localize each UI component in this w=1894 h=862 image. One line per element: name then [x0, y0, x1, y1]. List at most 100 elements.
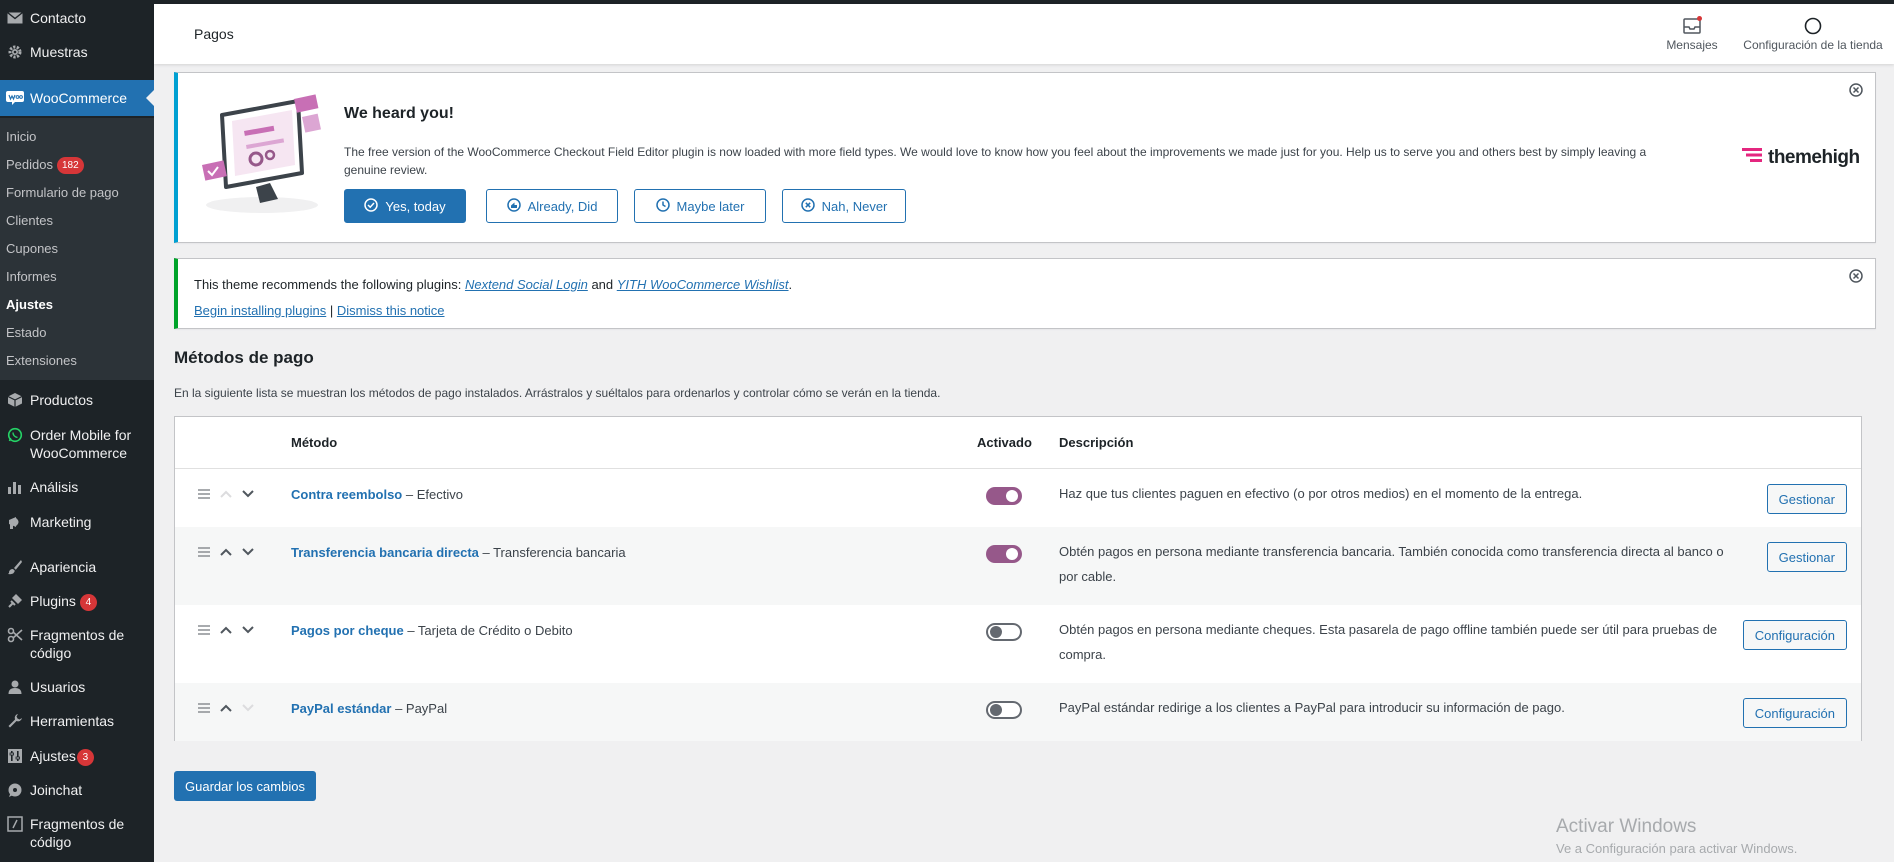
maybe-later-button[interactable]: Maybe later	[634, 189, 766, 223]
payment-method-link[interactable]: Pagos por cheque	[291, 623, 404, 638]
submenu-item-informes[interactable]: Informes	[6, 268, 57, 286]
submenu-item-pedidos[interactable]: Pedidos 182	[6, 156, 84, 174]
plugins-notice-actions: Begin installing plugins | Dismiss this …	[194, 303, 445, 318]
drag-handle-icon[interactable]	[197, 703, 211, 713]
table-row: Pagos por cheque – Tarjeta de Crédito o …	[175, 605, 1861, 683]
payment-method-name: Contra reembolso – Efectivo	[291, 487, 463, 502]
plugins-notice-prefix: This theme recommends the following plug…	[194, 277, 465, 292]
save-changes-button[interactable]: Guardar los cambios	[174, 771, 316, 801]
plugins-count-badge: 4	[79, 594, 97, 611]
orders-count-badge: 182	[56, 157, 84, 174]
sidebar-item-apariencia[interactable]: Apariencia	[0, 557, 154, 577]
drag-handle-icon[interactable]	[197, 625, 211, 635]
already-did-label: Already, Did	[527, 198, 598, 214]
section-description: En la siguiente lista se muestran los mé…	[174, 386, 941, 400]
move-up-icon[interactable]	[219, 547, 233, 557]
enable-toggle[interactable]	[986, 701, 1022, 719]
sidebar-item-herramientas[interactable]: Herramientas	[0, 711, 154, 731]
submenu-item-extensiones[interactable]: Extensiones	[6, 352, 77, 370]
inbox-icon	[1652, 14, 1732, 38]
plug-icon	[0, 591, 30, 611]
payment-method-link[interactable]: Transferencia bancaria directa	[291, 545, 479, 560]
enable-toggle[interactable]	[986, 623, 1022, 641]
submenu-item-formulario-de-pago[interactable]: Formulario de pago	[6, 184, 119, 202]
sidebar-item-joinchat[interactable]: Joinchat	[0, 780, 154, 800]
manage-button[interactable]: Gestionar	[1766, 542, 1847, 572]
sidebar-item-label: Usuarios	[30, 679, 86, 695]
paint-brush-icon	[0, 557, 30, 577]
move-up-icon[interactable]	[219, 625, 233, 635]
payment-method-link[interactable]: PayPal estándar	[291, 701, 391, 716]
sidebar-item-woocommerce[interactable]: WooCommerce	[0, 80, 154, 116]
close-icon[interactable]	[1849, 83, 1863, 97]
sidebar-item-label: Fragmentos de código	[30, 627, 125, 661]
move-down-icon[interactable]	[241, 547, 255, 557]
move-down-icon[interactable]	[241, 625, 255, 635]
manage-button[interactable]: Gestionar	[1766, 484, 1847, 514]
sidebar-item-productos[interactable]: Productos	[0, 390, 154, 410]
messages-button[interactable]: Mensajes	[1652, 14, 1732, 52]
sidebar-item-marketing[interactable]: Marketing	[0, 512, 154, 532]
submenu-item-estado[interactable]: Estado	[6, 324, 46, 342]
code-icon	[0, 814, 30, 834]
move-up-icon[interactable]	[219, 703, 233, 713]
chat-icon	[0, 780, 30, 800]
sidebar-item-label: Plugins	[30, 593, 76, 609]
sidebar-item-label: Ajustes	[30, 748, 76, 764]
sidebar-item-label: Joinchat	[30, 782, 83, 798]
payment-method-link[interactable]: Contra reembolso	[291, 487, 402, 502]
sidebar-item-contacto[interactable]: Contacto	[0, 8, 154, 28]
sidebar-item-usuarios[interactable]: Usuarios	[0, 677, 154, 697]
thumbs-up-icon	[506, 197, 521, 215]
close-icon[interactable]	[1849, 269, 1863, 283]
sidebar-item-fragmentos-de-codigo[interactable]: Fragmentos de código	[0, 625, 154, 662]
sidebar-item-fragmentos-de-codigo-2[interactable]: Fragmentos de código	[0, 814, 154, 851]
sidebar-item-muestras[interactable]: Muestras	[0, 42, 154, 62]
move-down-icon[interactable]	[241, 489, 255, 499]
sidebar-item-label: Análisis	[30, 479, 79, 495]
nextend-social-login-link[interactable]: Nextend Social Login	[465, 277, 588, 292]
sidebar-item-plugins[interactable]: Plugins 4	[0, 591, 154, 611]
drag-handle-icon[interactable]	[197, 547, 211, 557]
enable-toggle[interactable]	[986, 545, 1022, 563]
submenu-item-clientes[interactable]: Clientes	[6, 212, 53, 230]
store-setup-button[interactable]: Configuración de la tienda	[1732, 14, 1894, 52]
drag-handle-icon[interactable]	[197, 489, 211, 499]
submenu-item-inicio[interactable]: Inicio	[6, 128, 36, 146]
sidebar-item-ajustes[interactable]: Ajustes 3	[0, 746, 154, 766]
user-icon	[0, 677, 30, 697]
sort-controls	[197, 489, 255, 499]
enable-toggle[interactable]	[986, 487, 1022, 505]
woocommerce-header: Pagos Mensajes Configuración de la tiend…	[154, 4, 1894, 64]
toggle-knob	[1006, 490, 1018, 502]
sidebar-item-analisis[interactable]: Análisis	[0, 477, 154, 497]
submenu-item-label: Pedidos	[6, 157, 53, 172]
configuration-button[interactable]: Configuración	[1742, 620, 1847, 650]
themehigh-logo-icon	[1742, 147, 1764, 169]
sidebar-item-label: Herramientas	[30, 713, 115, 729]
payment-method-subtitle: – Efectivo	[402, 487, 463, 502]
yith-wishlist-link[interactable]: YITH WooCommerce Wishlist	[617, 277, 789, 292]
begin-installing-plugins-link[interactable]: Begin installing plugins	[194, 303, 326, 318]
messages-label: Mensajes	[1666, 38, 1718, 52]
watermark-title: Activar Windows	[1556, 816, 1697, 837]
yes-today-button[interactable]: Yes, today	[344, 189, 466, 223]
nah-never-button[interactable]: Nah, Never	[782, 189, 906, 223]
move-up-icon[interactable]	[219, 489, 233, 499]
move-down-icon[interactable]	[241, 703, 255, 713]
admin-sidebar: Contacto Muestras WooCommerce Inicio Ped…	[0, 0, 154, 862]
sidebar-item-label-wrap: Plugins 4	[30, 591, 97, 611]
sort-controls	[197, 625, 255, 635]
already-did-button[interactable]: Already, Did	[486, 189, 618, 223]
dismiss-notice-link[interactable]: Dismiss this notice	[337, 303, 445, 318]
sidebar-item-label: WooCommerce	[30, 90, 127, 106]
configuration-button[interactable]: Configuración	[1742, 698, 1847, 728]
submenu-item-ajustes[interactable]: Ajustes	[6, 296, 53, 314]
woocommerce-submenu: Inicio Pedidos 182 Formulario de pago Cli…	[0, 118, 154, 380]
watermark-subtitle: Ve a Configuración para activar Windows.	[1556, 841, 1798, 856]
submenu-item-cupones[interactable]: Cupones	[6, 240, 58, 258]
sidebar-item-order-mobile[interactable]: Order Mobile for WooCommerce	[0, 425, 154, 462]
clock-icon	[655, 197, 670, 215]
woocommerce-icon	[0, 88, 30, 108]
computer-illustration-icon	[198, 87, 326, 220]
